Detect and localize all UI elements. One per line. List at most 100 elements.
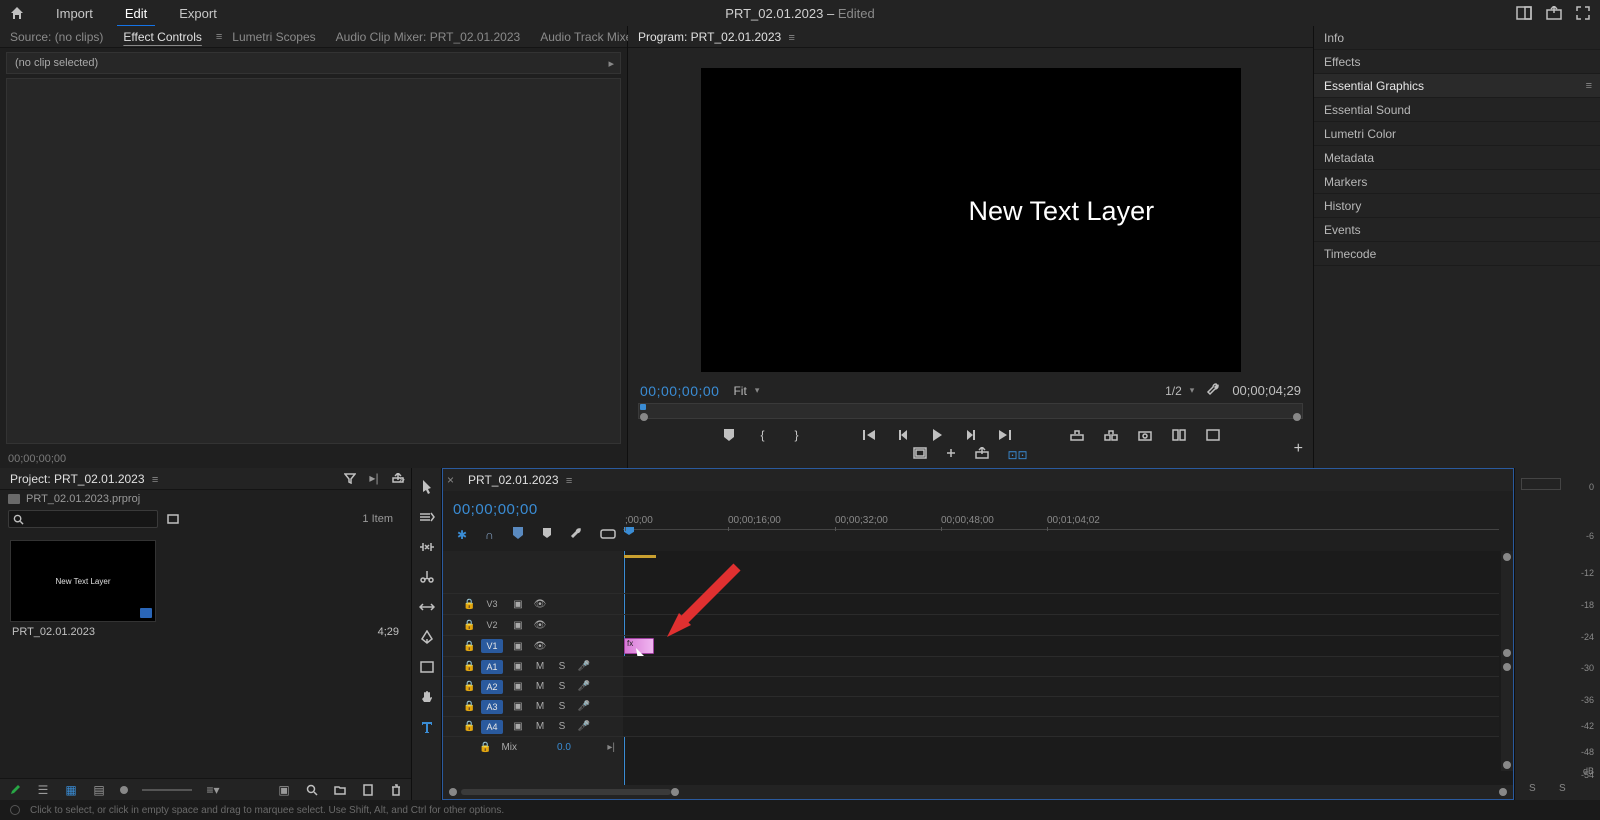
program-canvas[interactable]: New Text Layer [701, 68, 1241, 372]
lock-icon[interactable]: 🔒 [463, 620, 473, 631]
mark-out-button[interactable]: } [789, 427, 805, 443]
track-select-tool[interactable] [418, 508, 436, 526]
resolution-dropdown[interactable]: 1/2▾ [1165, 384, 1194, 398]
workspace-layout-icon[interactable] [1516, 6, 1532, 20]
mute-button[interactable]: M [533, 701, 547, 712]
lock-icon[interactable]: 🔒 [463, 721, 473, 732]
vr-toggle-button[interactable]: ⊡⊡ [1007, 448, 1027, 462]
filter-icon[interactable] [343, 471, 357, 485]
solo-button[interactable]: S [555, 661, 569, 672]
tab-sequence[interactable]: PRT_02.01.2023 ≡ [458, 469, 582, 491]
thumb-size-slider[interactable] [120, 786, 128, 794]
share-icon[interactable] [1546, 6, 1562, 20]
solo-button[interactable]: S [555, 681, 569, 692]
tab-lumetri-scopes[interactable]: Lumetri Scopes [222, 26, 325, 48]
tab-import[interactable]: Import [40, 1, 109, 26]
extract-button[interactable] [1103, 427, 1119, 443]
play-button[interactable] [929, 427, 945, 443]
hand-tool[interactable] [418, 688, 436, 706]
freeform-view-button[interactable]: ▤ [92, 783, 106, 797]
panel-events[interactable]: Events [1314, 218, 1600, 242]
add-marker-toggle[interactable] [512, 526, 524, 543]
proxy-toggle-button[interactable] [945, 447, 957, 462]
timeline-vertical-scrollbar[interactable] [1501, 551, 1513, 771]
track-v1[interactable]: fx [623, 635, 1499, 656]
lock-icon[interactable]: 🔒 [463, 701, 473, 712]
voice-over-icon[interactable]: 🎤 [577, 721, 591, 732]
timeline-timecode[interactable]: 00;00;00;00 [453, 497, 613, 518]
eye-icon[interactable]: 👁 [533, 599, 547, 610]
timeline-tracks-area[interactable]: fx [623, 551, 1513, 785]
new-bin-button[interactable] [333, 783, 347, 797]
automate-to-sequence-button[interactable]: ▣ [277, 783, 291, 797]
freeform-view-icon[interactable] [166, 512, 180, 526]
text-layer-overlay[interactable]: New Text Layer [969, 196, 1155, 227]
caption-toggle[interactable] [600, 528, 616, 542]
go-to-in-button[interactable] [861, 427, 877, 443]
project-breadcrumb[interactable]: PRT_02.01.2023.prproj [0, 490, 411, 508]
playhead-icon[interactable] [640, 404, 646, 410]
track-v2[interactable] [623, 614, 1499, 635]
snap-toggle[interactable]: ✱ [457, 528, 467, 542]
zoom-fit-dropdown[interactable]: Fit▾ [733, 384, 759, 398]
mute-button[interactable]: M [533, 721, 547, 732]
voice-over-icon[interactable]: 🎤 [577, 681, 591, 692]
lock-icon[interactable]: 🔒 [463, 641, 473, 652]
mute-button[interactable]: M [533, 681, 547, 692]
panel-timecode[interactable]: Timecode [1314, 242, 1600, 266]
tab-effect-controls[interactable]: Effect Controls [113, 26, 211, 48]
timeline-ruler[interactable]: ;00;0000;00;16;0000;00;32;0000;00;48;000… [623, 515, 1499, 533]
export-frame-button[interactable] [1137, 427, 1153, 443]
publish-button[interactable] [975, 447, 989, 462]
track-header-v1[interactable]: 🔒V1▣👁 [443, 635, 623, 656]
lock-icon[interactable]: 🔒 [463, 599, 473, 610]
toggle-output-icon[interactable]: ▣ [511, 681, 525, 692]
lift-button[interactable] [1069, 427, 1085, 443]
panel-menu-icon[interactable]: ≡ [1586, 80, 1592, 92]
close-sequence-icon[interactable]: × [443, 473, 458, 487]
track-header-a3[interactable]: 🔒A3▣MS🎤 [443, 696, 623, 716]
track-header-a2[interactable]: 🔒A2▣MS🎤 [443, 676, 623, 696]
panel-essential-graphics[interactable]: Essential Graphics≡ [1314, 74, 1600, 98]
scrub-handle-right[interactable] [1293, 413, 1301, 421]
track-header-a4[interactable]: 🔒A4▣MS🎤 [443, 716, 623, 736]
voice-over-icon[interactable]: 🎤 [577, 661, 591, 672]
tab-edit[interactable]: Edit [109, 1, 163, 26]
toggle-output-icon[interactable]: ▣ [511, 641, 525, 652]
lock-icon[interactable]: 🔒 [479, 742, 491, 753]
panel-essential-sound[interactable]: Essential Sound [1314, 98, 1600, 122]
eye-icon[interactable]: 👁 [533, 641, 547, 652]
type-tool[interactable] [418, 718, 436, 736]
track-mix[interactable] [623, 736, 1499, 758]
lock-icon[interactable]: 🔒 [463, 681, 473, 692]
thumb-size-track[interactable] [142, 789, 192, 791]
tab-project[interactable]: Project: PRT_02.01.2023 ≡ [0, 468, 168, 490]
new-item-button[interactable] [361, 783, 375, 797]
safe-margins-button[interactable] [913, 447, 927, 462]
eye-icon[interactable]: 👁 [533, 620, 547, 631]
rectangle-tool[interactable] [418, 658, 436, 676]
toggle-output-icon[interactable]: ▣ [511, 599, 525, 610]
track-a1[interactable] [623, 656, 1499, 676]
solo-button[interactable]: S [555, 701, 569, 712]
timeline-marker-icon[interactable] [542, 527, 552, 542]
tab-export[interactable]: Export [163, 1, 233, 26]
tab-source[interactable]: Source: (no clips) [0, 26, 113, 48]
wrench-icon[interactable] [1206, 382, 1220, 399]
timeline-horizontal-scrollbar[interactable] [443, 785, 1513, 799]
program-scrubber[interactable] [638, 403, 1303, 419]
icon-view-button[interactable]: ▦ [64, 783, 78, 797]
track-header-a1[interactable]: 🔒A1▣MS🎤 [443, 656, 623, 676]
home-icon[interactable] [8, 4, 26, 22]
tab-program[interactable]: Program: PRT_02.01.2023 ≡ [628, 26, 805, 48]
list-view-button[interactable]: ☰ [36, 783, 50, 797]
automate-icon[interactable]: ▸| [367, 471, 381, 485]
panel-metadata[interactable]: Metadata [1314, 146, 1600, 170]
mix-value[interactable]: 0.0 [557, 742, 571, 753]
slip-tool[interactable] [418, 598, 436, 616]
button-editor-plus[interactable]: + [1294, 440, 1303, 458]
track-header-v2[interactable]: 🔒V2▣👁 [443, 614, 623, 635]
track-v3[interactable] [623, 593, 1499, 614]
panel-history[interactable]: History [1314, 194, 1600, 218]
sort-icon[interactable]: ≡▾ [206, 783, 220, 797]
